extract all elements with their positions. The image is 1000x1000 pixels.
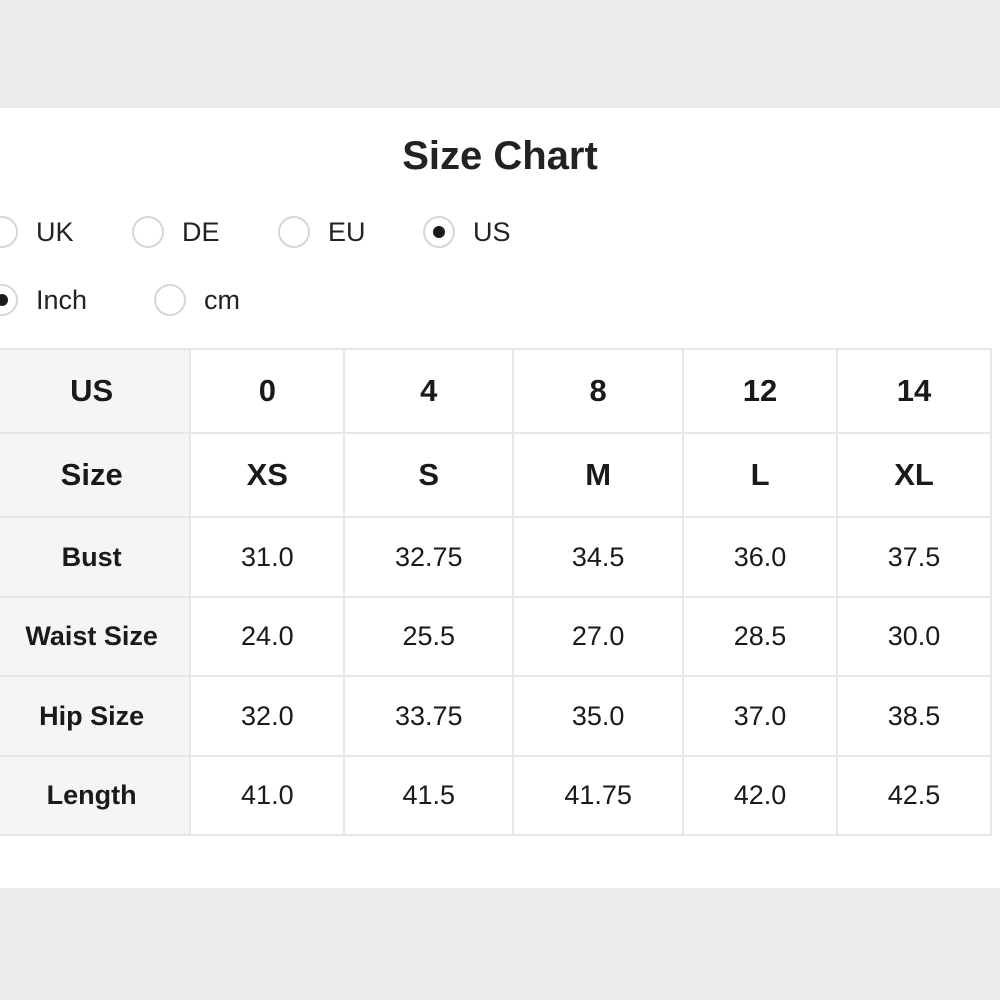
table-cell: XS [189,432,346,518]
unit-label-cm: cm [204,285,240,315]
table-cell: 12 [682,348,838,434]
table-cell: XL [836,432,992,518]
row-header-bust: Bust [0,516,192,598]
table-cell: 37.0 [682,675,838,757]
table-cell: 4 [343,348,515,434]
region-label-uk: UK [36,217,74,247]
table-cell: 31.0 [189,516,346,598]
table-cell: 32.0 [189,675,346,757]
table-cell: 32.75 [343,516,515,598]
region-label-us: US [473,217,511,247]
size-table: US 0 4 8 12 14 Size XS S M L XL Bust 31.… [0,348,992,836]
radio-circle-icon[interactable] [0,216,18,248]
radio-circle-icon[interactable] [278,216,310,248]
radio-circle-icon[interactable] [132,216,164,248]
table-cell: 24.0 [189,596,346,677]
unit-radio-group: Inch cm [0,280,1000,320]
table-cell: 42.0 [682,755,838,836]
radio-checked-icon[interactable] [423,216,455,248]
table-cell: 42.5 [836,755,992,836]
table-row-waist: Waist Size 24.0 25.5 27.0 28.5 30.0 [0,596,992,677]
table-cell: S [343,432,515,518]
table-cell: 35.0 [512,675,685,757]
unit-option-inch[interactable]: Inch [0,280,87,320]
region-label-eu: EU [328,217,366,247]
table-row-bust: Bust 31.0 32.75 34.5 36.0 37.5 [0,516,992,598]
row-header-us: US [0,348,192,434]
size-chart-panel: Size Chart UK DE EU US Inch cm US 0 4 8 … [0,108,1000,888]
row-header-hip: Hip Size [0,675,192,757]
region-option-eu[interactable]: EU [278,212,366,252]
table-cell: 28.5 [682,596,838,677]
table-cell: 14 [836,348,992,434]
row-header-length: Length [0,755,192,836]
table-cell: L [682,432,838,518]
table-cell: 30.0 [836,596,992,677]
table-cell: 41.5 [343,755,515,836]
region-option-us[interactable]: US [423,212,511,252]
table-cell: 41.0 [189,755,346,836]
unit-option-cm[interactable]: cm [154,280,240,320]
table-cell: 41.75 [512,755,685,836]
table-cell: 33.75 [343,675,515,757]
table-cell: 36.0 [682,516,838,598]
page-title: Size Chart [402,134,598,178]
table-cell: 25.5 [343,596,515,677]
table-cell: 34.5 [512,516,685,598]
row-header-size: Size [0,432,192,518]
table-row-length: Length 41.0 41.5 41.75 42.0 42.5 [0,755,992,836]
region-option-de[interactable]: DE [132,212,220,252]
radio-checked-icon[interactable] [0,284,18,316]
radio-circle-icon[interactable] [154,284,186,316]
table-cell: 8 [512,348,685,434]
table-row-size: Size XS S M L XL [0,432,992,518]
table-row-us: US 0 4 8 12 14 [0,348,992,434]
region-option-uk[interactable]: UK [0,212,74,252]
region-radio-group: UK DE EU US [0,212,1000,252]
table-cell: 0 [189,348,346,434]
table-cell: 27.0 [512,596,685,677]
table-cell: M [512,432,685,518]
unit-label-inch: Inch [36,285,88,315]
table-cell: 38.5 [836,675,992,757]
table-cell: 37.5 [836,516,992,598]
region-label-de: DE [182,217,220,247]
table-row-hip: Hip Size 32.0 33.75 35.0 37.0 38.5 [0,675,992,757]
row-header-waist: Waist Size [0,596,192,677]
